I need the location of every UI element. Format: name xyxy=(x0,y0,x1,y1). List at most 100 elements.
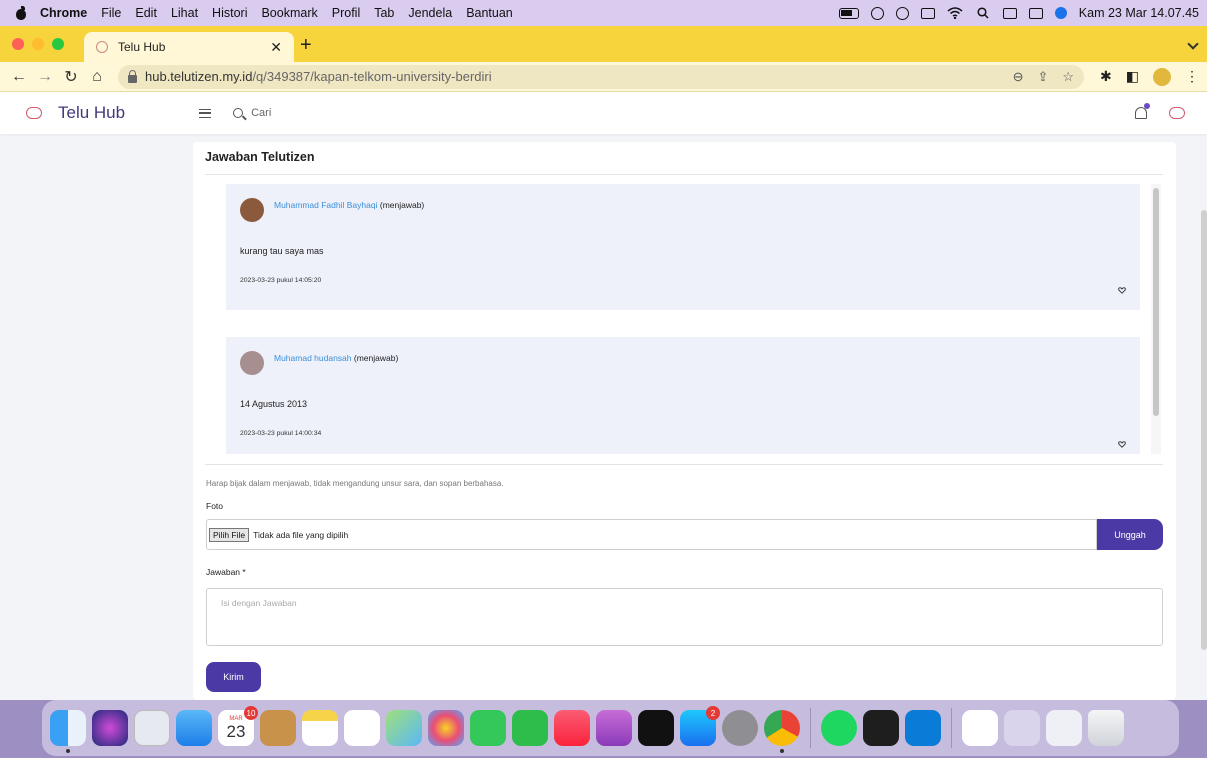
upload-button[interactable]: Unggah xyxy=(1097,519,1163,550)
user-avatar[interactable] xyxy=(1169,107,1185,119)
reminders-icon[interactable] xyxy=(344,710,380,746)
chrome-menu-icon[interactable]: ⋮ xyxy=(1185,68,1199,85)
telu-hub-window-thumbnail[interactable] xyxy=(962,710,998,746)
dock-separator xyxy=(951,708,952,748)
answer-timestamp: 2023-03-23 pukul 14:00:34 xyxy=(240,430,322,437)
author-name-link[interactable]: Muhammad Fadhil Bayhaqi xyxy=(274,200,377,210)
battery-icon[interactable] xyxy=(838,7,859,19)
scrollbar-thumb[interactable] xyxy=(1153,188,1159,416)
photos-icon[interactable] xyxy=(428,710,464,746)
display-icon[interactable] xyxy=(920,7,935,19)
divider xyxy=(205,174,1163,175)
terminal-icon[interactable] xyxy=(863,710,899,746)
messages-icon[interactable] xyxy=(470,710,506,746)
chrome-icon[interactable] xyxy=(764,710,800,753)
answer-suffix: (menjawab) xyxy=(353,353,399,363)
siri-icon[interactable] xyxy=(1054,7,1067,19)
trash-icon[interactable] xyxy=(1088,710,1124,746)
url-path: /q/349387/kapan-telkom-university-berdir… xyxy=(252,69,492,84)
answer-author: Muhammad Fadhil Bayhaqi (menjawab) xyxy=(274,200,424,210)
apple-menu-icon[interactable] xyxy=(14,6,28,20)
avatar[interactable] xyxy=(240,198,264,222)
avatar[interactable] xyxy=(240,351,264,375)
finder-icon[interactable] xyxy=(50,710,86,753)
notification-bell-icon[interactable] xyxy=(1135,103,1150,119)
chrome-window-thumbnail[interactable] xyxy=(1004,710,1040,746)
menu-help[interactable]: Bantuan xyxy=(466,6,513,20)
headphones-icon[interactable] xyxy=(895,6,909,20)
spotlight-search-icon[interactable] xyxy=(975,7,991,19)
telu-hub-logo-icon[interactable] xyxy=(26,107,42,119)
menu-profile[interactable]: Profil xyxy=(332,6,360,20)
wifi-icon[interactable] xyxy=(947,7,963,19)
chrome-toolbar: ← → ↻ ⌂ hub.telutizen.my.id /q/349387/ka… xyxy=(0,62,1207,92)
menu-chrome[interactable]: Chrome xyxy=(40,6,87,20)
answer-textarea[interactable]: Isi dengan Jawaban xyxy=(206,588,1163,646)
tv-icon[interactable] xyxy=(638,710,674,746)
menu-tab[interactable]: Tab xyxy=(374,6,394,20)
menu-edit[interactable]: Edit xyxy=(135,6,157,20)
back-arrow-icon[interactable]: ← xyxy=(8,68,30,86)
reload-icon[interactable]: ↻ xyxy=(60,67,82,87)
answers-scrollbar[interactable] xyxy=(1151,184,1161,454)
profile-avatar[interactable] xyxy=(1153,67,1171,86)
bookmark-star-icon[interactable]: ☆ xyxy=(1062,69,1074,85)
app-header: Telu Hub Cari xyxy=(0,92,1207,134)
address-bar[interactable]: hub.telutizen.my.id /q/349387/kapan-telk… xyxy=(118,64,1085,89)
facetime-icon[interactable] xyxy=(512,710,548,746)
menu-window[interactable]: Jendela xyxy=(408,6,452,20)
like-heart-icon[interactable] xyxy=(1118,287,1126,294)
hamburger-menu-icon[interactable] xyxy=(199,108,212,118)
menu-view[interactable]: Lihat xyxy=(171,6,198,20)
spotify-icon[interactable] xyxy=(821,710,857,746)
menu-bookmark[interactable]: Bookmark xyxy=(261,6,317,20)
menubar-clock[interactable]: Kam 23 Mar 14.07.45 xyxy=(1079,6,1199,20)
file-input[interactable]: Pilih File Tidak ada file yang dipilih xyxy=(206,519,1097,550)
system-preferences-icon[interactable] xyxy=(722,710,758,746)
contacts-icon[interactable] xyxy=(260,710,296,746)
file-status: Tidak ada file yang dipilih xyxy=(253,529,349,540)
toolbar-actions: ✱ ◧ ⋮ xyxy=(1100,67,1199,86)
tab-close-icon[interactable]: ✕ xyxy=(270,39,282,56)
author-name-link[interactable]: Muhamad hudansah xyxy=(274,353,352,363)
like-heart-icon[interactable] xyxy=(1118,441,1126,448)
zoom-icon[interactable]: ⊖ xyxy=(1013,69,1024,85)
brand-name[interactable]: Telu Hub xyxy=(58,103,125,123)
notes-icon[interactable] xyxy=(302,710,338,746)
forward-arrow-icon[interactable]: → xyxy=(34,68,56,86)
app-store-icon[interactable]: 2 xyxy=(680,706,720,746)
mail-icon[interactable] xyxy=(176,710,212,746)
new-tab-button[interactable]: + xyxy=(300,35,312,55)
calendar-icon[interactable]: MAR 23 10 xyxy=(218,706,258,746)
home-icon[interactable]: ⌂ xyxy=(86,68,108,86)
siri-icon[interactable] xyxy=(92,710,128,746)
side-panel-icon[interactable]: ◧ xyxy=(1126,68,1139,85)
choose-file-button[interactable]: Pilih File xyxy=(209,527,250,542)
music-icon[interactable] xyxy=(554,710,590,746)
maps-icon[interactable] xyxy=(386,710,422,746)
page-scrollbar[interactable] xyxy=(1201,210,1207,650)
answers-card: Jawaban Telutizen Muhammad Fadhil Bayhaq… xyxy=(193,142,1176,700)
browser-tab-active[interactable]: Telu Hub ✕ xyxy=(84,32,294,62)
macos-dock: MAR 23 10 2 xyxy=(42,700,1179,756)
extensions-icon[interactable]: ✱ xyxy=(1100,68,1112,85)
launchpad-icon[interactable] xyxy=(134,710,170,746)
menu-history[interactable]: Histori xyxy=(212,6,247,20)
control-center-icon[interactable] xyxy=(1028,7,1043,19)
keyboard-input-icon[interactable] xyxy=(1002,7,1017,19)
minimize-window-icon[interactable] xyxy=(32,38,44,50)
menu-file[interactable]: File xyxy=(101,6,121,20)
podcasts-icon[interactable] xyxy=(596,710,632,746)
tab-search-chevron-icon[interactable] xyxy=(1187,38,1199,50)
vpn-icon[interactable] xyxy=(870,6,884,20)
close-window-icon[interactable] xyxy=(12,38,24,50)
chrome-window-thumbnail[interactable] xyxy=(1046,710,1082,746)
vscode-icon[interactable] xyxy=(905,710,941,746)
share-icon[interactable]: ⇪ xyxy=(1037,69,1048,85)
lock-icon[interactable] xyxy=(128,69,137,83)
tab-favicon-icon xyxy=(96,41,108,53)
submit-button[interactable]: Kirim xyxy=(206,662,261,692)
search-box[interactable]: Cari xyxy=(233,107,271,119)
zoom-window-icon[interactable] xyxy=(52,38,64,50)
section-title: Jawaban Telutizen xyxy=(205,150,315,164)
